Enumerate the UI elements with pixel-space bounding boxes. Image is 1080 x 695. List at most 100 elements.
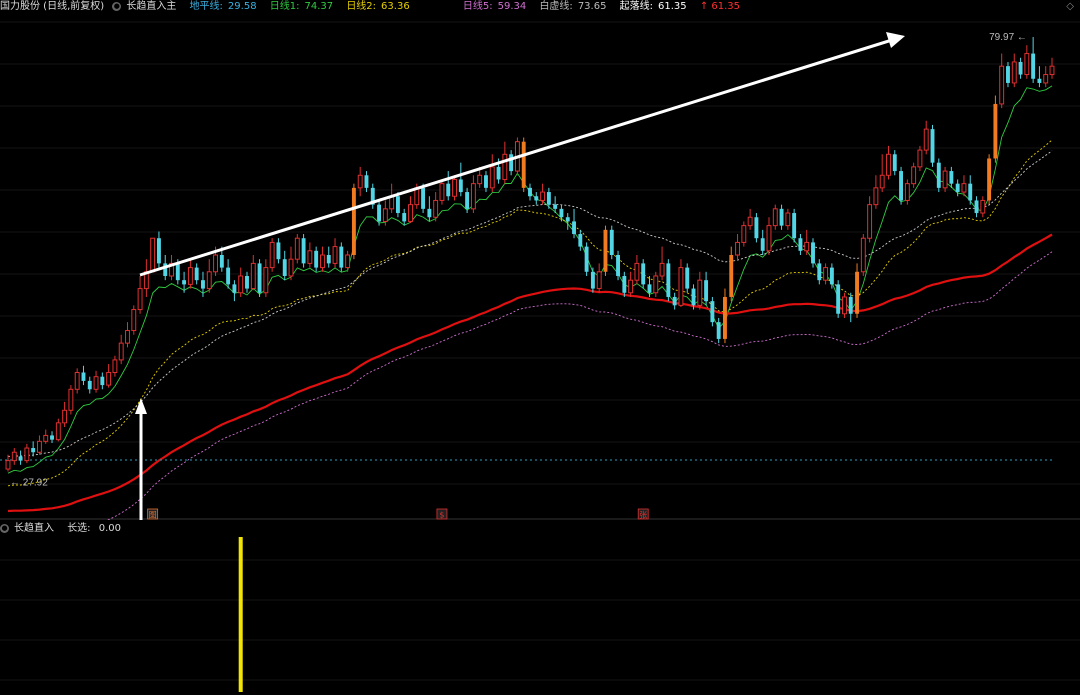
candle-body (250, 262, 256, 290)
candle-body (697, 279, 703, 306)
candle-body (382, 208, 388, 222)
candle-body (754, 217, 759, 239)
candle-body (546, 192, 551, 205)
candle-body (74, 372, 80, 390)
candle-body (540, 191, 546, 201)
candle-body (760, 238, 765, 251)
diamond-icon[interactable]: ◇ (1066, 1, 1074, 12)
candle-body (678, 267, 684, 306)
candle-body (867, 204, 873, 239)
candle-body (747, 216, 753, 227)
candle-body (785, 212, 791, 227)
candle-body (93, 376, 99, 390)
candle-body (772, 208, 778, 227)
price-chart-panel[interactable]: 79.97 ←← 27.92图$张解财减 (0, 0, 1080, 520)
candle-body (860, 237, 866, 273)
candle-body (257, 263, 262, 293)
candle-body (36, 440, 42, 453)
candle-body (326, 255, 331, 264)
candle-body (1037, 78, 1042, 83)
candle-body (704, 280, 709, 302)
sub-legend: ● 长趋直入 长选: 0.00 (0, 522, 131, 535)
candle-body (848, 296, 853, 314)
candle-body (1018, 61, 1023, 75)
candle-body (421, 187, 426, 209)
candle-body (452, 178, 457, 197)
candle-body (968, 183, 973, 201)
candle-body (112, 359, 118, 373)
candle-body (402, 213, 407, 222)
legend-item-ma5: 日线5: 59.34 (462, 1, 527, 12)
candle-body (131, 309, 137, 332)
high-price-label: 79.97 ← (989, 32, 1027, 43)
indicator-panel[interactable] (0, 520, 1080, 695)
legend-item-horizon: 地平线: 29.58 (189, 1, 257, 12)
candle-body (43, 434, 49, 442)
sub-indicator-toggle[interactable]: ● 长趋直入 (0, 523, 59, 534)
candle-body (823, 267, 829, 281)
collapse-icon[interactable]: ● (112, 1, 122, 11)
candle-body (904, 183, 910, 201)
candle-body (873, 187, 879, 206)
candle-body (691, 288, 696, 306)
sub-legend-value: 长选: 0.00 (67, 523, 122, 534)
signal-bar (238, 537, 243, 692)
candle-body (653, 275, 659, 294)
candle-body (465, 192, 470, 209)
candle-body (641, 263, 646, 285)
candle-body (553, 204, 558, 209)
candle-body (622, 275, 627, 293)
candle-body (357, 174, 363, 189)
candle-body (364, 175, 369, 188)
legend-item-extra: ↑ 61.35 (699, 1, 741, 12)
candle-body (792, 213, 797, 239)
indicator-name: 长趋直入主 (126, 1, 177, 12)
candle-body (433, 199, 439, 218)
legend-item-white: 白虚线: 73.65 (539, 1, 607, 12)
candle-body (106, 372, 112, 386)
candle-body (314, 250, 319, 268)
candle-body (980, 199, 986, 214)
candle-body (949, 171, 954, 184)
indicator-toggle[interactable]: ● 长趋直入主 (112, 1, 181, 12)
candle-body (616, 255, 620, 276)
candle-body (729, 255, 734, 297)
candle-body (634, 262, 640, 281)
candle-body (206, 271, 212, 290)
candle-body (999, 65, 1005, 105)
candle-body (68, 388, 74, 411)
candle-body (521, 141, 526, 188)
candle-body (917, 149, 923, 168)
candle-body (666, 263, 671, 297)
candle-body (955, 183, 960, 193)
price-chart: 79.97 ←← 27.92图$张解财减 (0, 21, 1080, 520)
candle-body (339, 246, 344, 268)
candle-body (1024, 53, 1030, 76)
trend-arrow-head (886, 32, 905, 48)
candle-body (11, 451, 17, 462)
collapse-icon[interactable]: ● (0, 523, 9, 533)
event-marker-text: 图 (149, 511, 157, 520)
candle-body (288, 258, 294, 277)
candle-body (263, 267, 269, 294)
candle-body (559, 208, 564, 218)
candle-body (836, 284, 841, 314)
chart-legend: 国力股份 (日线,前复权) ● 长趋直入主 地平线: 29.58 日线1: 74.37… (0, 0, 745, 13)
candle-body (294, 237, 300, 260)
candle-body (81, 372, 86, 381)
candle-body (842, 296, 847, 315)
stock-title: 国力股份 (日线,前复权) (0, 1, 105, 12)
candle-body (578, 234, 583, 247)
ma-line-2 (106, 251, 1053, 520)
candle-body (332, 246, 338, 264)
ma-line-0 (7, 85, 1053, 474)
candle-body (238, 275, 244, 294)
candle-body (936, 162, 941, 188)
candle-body (798, 238, 803, 251)
candle-body (710, 301, 715, 323)
candle-body (496, 166, 501, 180)
candle-body (345, 254, 351, 269)
candle-body (18, 456, 23, 461)
candle-body (603, 229, 608, 272)
candle-body (1011, 61, 1017, 84)
